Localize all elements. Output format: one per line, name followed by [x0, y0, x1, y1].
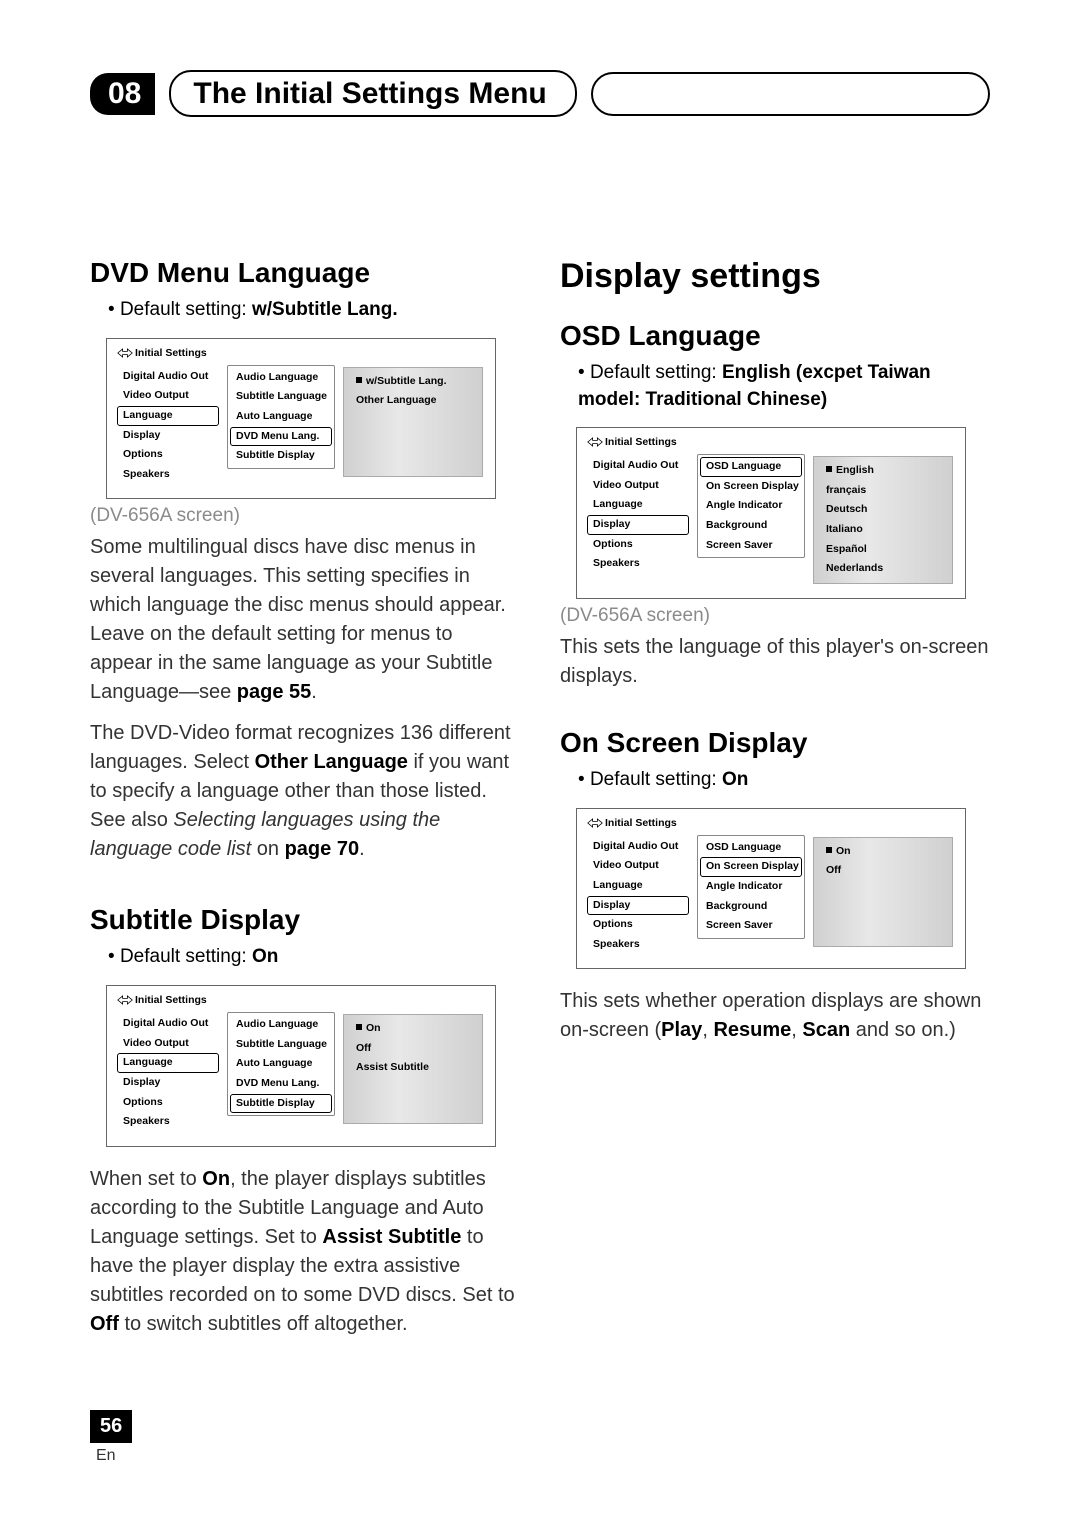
language-code: En	[90, 1447, 132, 1465]
menu-item: Digital Audio Out	[117, 1014, 219, 1034]
para-onscreen: This sets whether operation displays are…	[560, 987, 990, 1045]
page-number: 56	[90, 1410, 132, 1443]
submenu-item: OSD Language	[700, 838, 802, 858]
submenu-item: Angle Indicator	[700, 496, 802, 516]
selected-marker-icon	[356, 1024, 362, 1030]
option-item: Deutsch	[820, 500, 946, 520]
screenshot-onscreen: Initial Settings Digital Audio OutVideo O…	[576, 808, 966, 970]
menu-item: Display	[117, 1073, 219, 1093]
menu-item: Display	[117, 426, 219, 446]
menu-item: Digital Audio Out	[117, 367, 219, 387]
menu-item: Options	[117, 1093, 219, 1113]
screenshot-title: Initial Settings	[135, 347, 207, 359]
chapter-title: The Initial Settings Menu	[169, 70, 576, 117]
para-dvd-menu-2: The DVD-Video format recognizes 136 diff…	[90, 719, 520, 864]
menu-item: Options	[117, 445, 219, 465]
header-empty-box	[591, 72, 990, 116]
menu-item: Language	[117, 1053, 219, 1073]
para-dvd-menu-1: Some multilingual discs have disc menus …	[90, 533, 520, 707]
menu-item: Speakers	[117, 1112, 219, 1132]
heading-on-screen-display: On Screen Display	[560, 727, 990, 759]
submenu-item: Subtitle Display	[230, 1094, 332, 1114]
default-setting-subtitle: Default setting: On	[108, 944, 520, 971]
option-item: français	[820, 481, 946, 501]
selected-marker-icon	[826, 466, 832, 472]
selected-marker-icon	[356, 377, 362, 383]
menu-item: Language	[587, 876, 689, 896]
menu-item: Speakers	[587, 935, 689, 955]
menu-item: Video Output	[117, 386, 219, 406]
menu-item: Speakers	[117, 465, 219, 485]
submenu-item: DVD Menu Lang.	[230, 427, 332, 447]
page-footer: 56 En	[90, 1410, 132, 1465]
option-item: Italiano	[820, 520, 946, 540]
screenshot-title: Initial Settings	[135, 994, 207, 1006]
submenu-item: Background	[700, 516, 802, 536]
option-item: Español	[820, 540, 946, 560]
default-setting-onscreen: Default setting: On	[578, 767, 990, 794]
submenu-item: DVD Menu Lang.	[230, 1074, 332, 1094]
menu-item: Video Output	[587, 856, 689, 876]
right-column: Display settings OSD Language Default se…	[560, 257, 990, 1351]
menu-item: Options	[587, 915, 689, 935]
left-column: DVD Menu Language Default setting: w/Sub…	[90, 257, 520, 1351]
submenu-item: Background	[700, 897, 802, 917]
heading-subtitle-display: Subtitle Display	[90, 904, 520, 936]
menu-item: Options	[587, 535, 689, 555]
submenu-item: Subtitle Language	[230, 387, 332, 407]
submenu-item: Angle Indicator	[700, 877, 802, 897]
option-item: On	[820, 842, 946, 862]
heading-display-settings: Display settings	[560, 257, 990, 296]
selected-marker-icon	[826, 847, 832, 853]
option-item: w/Subtitle Lang.	[350, 372, 476, 392]
menu-item: Digital Audio Out	[587, 837, 689, 857]
submenu-item: Subtitle Language	[230, 1035, 332, 1055]
para-subtitle: When set to On, the player displays subt…	[90, 1165, 520, 1339]
menu-item: Video Output	[117, 1034, 219, 1054]
pointer-icon	[117, 995, 131, 1005]
screenshot-osd: Initial Settings Digital Audio OutVideo O…	[576, 427, 966, 599]
submenu-item: OSD Language	[700, 457, 802, 477]
heading-dvd-menu-language: DVD Menu Language	[90, 257, 520, 289]
submenu-item: Screen Saver	[700, 916, 802, 936]
menu-item: Digital Audio Out	[587, 456, 689, 476]
menu-item: Language	[117, 406, 219, 426]
default-setting-dvd-menu: Default setting: w/Subtitle Lang.	[108, 297, 520, 324]
submenu-item: Audio Language	[230, 368, 332, 388]
screenshot-subtitle: Initial Settings Digital Audio OutVideo O…	[106, 985, 496, 1147]
screenshot-dvd-menu: Initial Settings Digital Audio OutVideo O…	[106, 338, 496, 500]
caption-osd: (DV-656A screen)	[560, 605, 990, 627]
submenu-item: Auto Language	[230, 407, 332, 427]
option-item: On	[350, 1019, 476, 1039]
option-item: Nederlands	[820, 559, 946, 579]
menu-item: Display	[587, 896, 689, 916]
option-item: English	[820, 461, 946, 481]
screenshot-title: Initial Settings	[605, 436, 677, 448]
pointer-icon	[587, 818, 601, 828]
screenshot-title: Initial Settings	[605, 817, 677, 829]
heading-osd-language: OSD Language	[560, 320, 990, 352]
menu-item: Video Output	[587, 476, 689, 496]
menu-item: Language	[587, 495, 689, 515]
menu-item: Display	[587, 515, 689, 535]
para-osd: This sets the language of this player's …	[560, 633, 990, 691]
option-item: Other Language	[350, 391, 476, 411]
option-item: Off	[350, 1039, 476, 1059]
submenu-item: On Screen Display	[700, 477, 802, 497]
chapter-number: 08	[90, 73, 155, 115]
menu-item: Speakers	[587, 554, 689, 574]
submenu-item: Screen Saver	[700, 536, 802, 556]
submenu-item: Subtitle Display	[230, 446, 332, 466]
option-item: Off	[820, 861, 946, 881]
option-item: Assist Subtitle	[350, 1058, 476, 1078]
submenu-item: Audio Language	[230, 1015, 332, 1035]
page-header: 08 The Initial Settings Menu	[90, 70, 990, 117]
default-setting-osd: Default setting: English (excpet Taiwan …	[578, 360, 990, 413]
caption-dvd-menu: (DV-656A screen)	[90, 505, 520, 527]
submenu-item: Auto Language	[230, 1054, 332, 1074]
submenu-item: On Screen Display	[700, 857, 802, 877]
pointer-icon	[587, 437, 601, 447]
pointer-icon	[117, 348, 131, 358]
